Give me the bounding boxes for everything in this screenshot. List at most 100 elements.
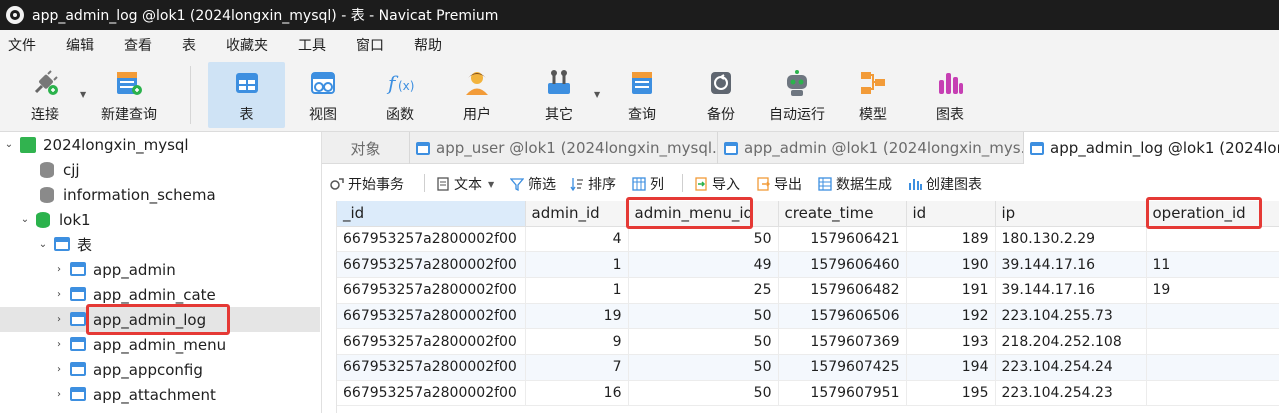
column-header[interactable]: admin_menu_id: [628, 201, 779, 227]
table-cell[interactable]: 218.204.252.108: [995, 328, 1147, 355]
column-header[interactable]: create_time: [778, 201, 907, 227]
tree-table-item[interactable]: › app_admin_menu: [0, 332, 320, 357]
import-button[interactable]: 导入: [694, 174, 740, 194]
table-cell[interactable]: 11: [1146, 251, 1279, 278]
chevron-right-icon[interactable]: ›: [52, 389, 66, 400]
table-cell[interactable]: 223.104.254.23: [995, 380, 1147, 407]
table-cell[interactable]: 667953257a2800002f00: [337, 303, 526, 330]
column-header[interactable]: ip: [995, 201, 1147, 227]
menu-table[interactable]: 表: [182, 35, 196, 55]
table-cell[interactable]: 667953257a2800002f00: [337, 380, 526, 407]
table-cell[interactable]: 39.144.17.16: [995, 277, 1147, 304]
tree-table-item-selected[interactable]: › app_admin_log: [0, 307, 320, 332]
tree-database-lok1[interactable]: ⌄ lok1: [0, 207, 320, 232]
table-cell[interactable]: 50: [628, 380, 779, 407]
table-row[interactable]: 667953257a2800002f00 9 50 1579607369 193…: [337, 328, 1279, 355]
tree-table-item[interactable]: › app_appconfig: [0, 357, 320, 382]
table-button[interactable]: 表: [208, 62, 285, 128]
table-cell[interactable]: [1146, 226, 1279, 253]
table-cell[interactable]: 49: [628, 251, 779, 278]
table-cell[interactable]: 19: [525, 303, 629, 330]
column-header[interactable]: admin_id: [525, 201, 629, 227]
connect-button[interactable]: 连接: [16, 62, 74, 128]
tree-database-cjj[interactable]: cjj: [0, 157, 320, 182]
table-cell[interactable]: 194: [906, 354, 996, 381]
table-row[interactable]: 667953257a2800002f00 7 50 1579607425 194…: [337, 354, 1279, 381]
table-cell[interactable]: 191: [906, 277, 996, 304]
table-cell[interactable]: 4: [525, 226, 629, 253]
automation-button[interactable]: 自动运行: [764, 62, 830, 128]
table-cell[interactable]: 190: [906, 251, 996, 278]
table-cell[interactable]: 1: [525, 277, 629, 304]
backup-button[interactable]: 备份: [694, 62, 748, 128]
menu-help[interactable]: 帮助: [414, 35, 442, 55]
text-button[interactable]: 文本 ▼: [436, 174, 494, 194]
table-cell[interactable]: 192: [906, 303, 996, 330]
table-cell[interactable]: 1579607951: [778, 380, 907, 407]
chevron-down-icon[interactable]: ⌄: [36, 239, 50, 250]
menu-favorites[interactable]: 收藏夹: [226, 35, 268, 55]
create-chart-button[interactable]: 创建图表: [908, 174, 982, 194]
table-cell[interactable]: 1579607425: [778, 354, 907, 381]
table-cell[interactable]: [1146, 354, 1279, 381]
tree-connection[interactable]: ⌄ 2024longxin_mysql: [0, 132, 320, 157]
table-cell[interactable]: 180.130.2.29: [995, 226, 1147, 253]
chevron-right-icon[interactable]: ›: [52, 314, 66, 325]
column-header[interactable]: _id: [337, 201, 526, 227]
tree-tables-group[interactable]: ⌄ 表: [0, 232, 320, 257]
table-row[interactable]: 667953257a2800002f00 1 25 1579606482 191…: [337, 277, 1279, 304]
sort-button[interactable]: 排序: [570, 174, 616, 194]
table-cell[interactable]: 667953257a2800002f00: [337, 328, 526, 355]
table-cell[interactable]: 195: [906, 380, 996, 407]
table-cell[interactable]: 1579606482: [778, 277, 907, 304]
export-button[interactable]: 导出: [756, 174, 802, 194]
table-cell[interactable]: 1579606506: [778, 303, 907, 330]
menu-edit[interactable]: 编辑: [66, 35, 94, 55]
table-cell[interactable]: 50: [628, 303, 779, 330]
chevron-down-icon[interactable]: ⌄: [2, 139, 16, 150]
menu-view[interactable]: 查看: [124, 35, 152, 55]
table-cell[interactable]: 667953257a2800002f00: [337, 277, 526, 304]
function-button[interactable]: f (x) 函数: [372, 62, 428, 128]
table-cell[interactable]: 7: [525, 354, 629, 381]
table-cell[interactable]: 1579606460: [778, 251, 907, 278]
table-cell[interactable]: 189: [906, 226, 996, 253]
filter-button[interactable]: 筛选: [509, 174, 556, 194]
data-generation-button[interactable]: 数据生成: [818, 174, 892, 194]
tree-table-item[interactable]: › app_admin_cate: [0, 282, 320, 307]
table-cell[interactable]: 16: [525, 380, 629, 407]
column-header[interactable]: id: [906, 201, 996, 227]
column-header[interactable]: operation_id: [1146, 201, 1279, 227]
tree-table-item[interactable]: › app_admin: [0, 257, 320, 282]
tab-app-admin[interactable]: app_admin @lok1 (2024longxin_mys...: [718, 132, 1024, 164]
table-cell[interactable]: 25: [628, 277, 779, 304]
tab-app-admin-log[interactable]: app_admin_log @lok1 (2024longxin_: [1024, 132, 1279, 164]
chevron-right-icon[interactable]: ›: [52, 264, 66, 275]
begin-transaction-button[interactable]: 开始事务: [330, 174, 404, 194]
table-row[interactable]: 667953257a2800002f00 4 50 1579606421 189…: [337, 226, 1279, 253]
menu-window[interactable]: 窗口: [356, 35, 384, 55]
row-selector-gutter[interactable]: [322, 201, 337, 413]
table-cell[interactable]: 19: [1146, 277, 1279, 304]
table-row[interactable]: 667953257a2800002f00 1 49 1579606460 190…: [337, 251, 1279, 278]
chevron-right-icon[interactable]: ›: [52, 289, 66, 300]
table-cell[interactable]: [1146, 303, 1279, 330]
table-row[interactable]: 667953257a2800002f00 16 50 1579607951 19…: [337, 380, 1279, 407]
table-cell[interactable]: 1579606421: [778, 226, 907, 253]
chart-button[interactable]: 图表: [922, 62, 978, 128]
user-button[interactable]: 用户: [450, 62, 504, 128]
table-cell[interactable]: 223.104.254.24: [995, 354, 1147, 381]
table-cell[interactable]: 223.104.255.73: [995, 303, 1147, 330]
connect-dropdown-icon[interactable]: ▼: [80, 90, 86, 99]
table-cell[interactable]: 667953257a2800002f00: [337, 226, 526, 253]
table-cell[interactable]: 39.144.17.16: [995, 251, 1147, 278]
chevron-right-icon[interactable]: ›: [52, 339, 66, 350]
tab-objects[interactable]: 对象: [322, 132, 410, 164]
table-cell[interactable]: 50: [628, 226, 779, 253]
query-button[interactable]: 查询: [614, 62, 670, 128]
columns-button[interactable]: 列: [632, 174, 664, 194]
table-cell[interactable]: [1146, 328, 1279, 355]
table-cell[interactable]: 667953257a2800002f00: [337, 251, 526, 278]
table-cell[interactable]: 1: [525, 251, 629, 278]
tree-database-information-schema[interactable]: information_schema: [0, 182, 320, 207]
